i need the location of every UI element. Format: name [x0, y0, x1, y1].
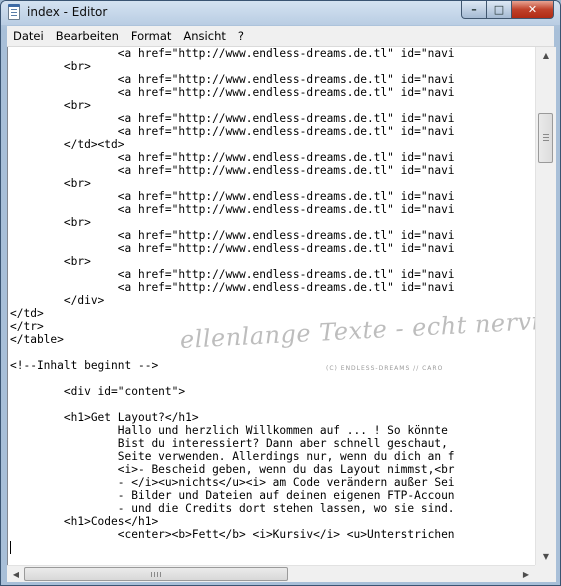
horizontal-scrollbar[interactable]: ◀ ▶: [7, 565, 535, 582]
editor-window: index - Editor – □ ✕ Datei Bearbeiten Fo…: [0, 0, 561, 586]
code-line: Seite verwenden. Allerdings nur, wenn du…: [10, 450, 455, 463]
menu-datei[interactable]: Datei: [7, 26, 50, 46]
scroll-left-arrow-icon[interactable]: ◀: [7, 566, 25, 582]
code-line: Bist du interessiert? Dann aber schnell …: [10, 437, 448, 450]
code-line: <h1>Codes</h1>: [10, 515, 159, 528]
watermark-credit: (C) ENDLESS-DREAMS // CARO: [326, 365, 444, 372]
maximize-button[interactable]: □: [487, 1, 512, 19]
code-line: <!--Inhalt beginnt -->: [10, 359, 159, 372]
code-line: <br>: [10, 255, 91, 268]
code-line: <a href="http://www.endless-dreams.de.tl…: [10, 47, 455, 60]
code-line: <i>- Bescheid geben, wenn du das Layout …: [10, 463, 455, 476]
code-line: <a href="http://www.endless-dreams.de.tl…: [10, 73, 455, 86]
vertical-scrollbar[interactable]: ▲ ▼: [535, 47, 556, 565]
code-line: <a href="http://www.endless-dreams.de.tl…: [10, 190, 455, 203]
notepad-icon[interactable]: [8, 4, 20, 20]
code-line: </div>: [10, 294, 105, 307]
text-editor-area[interactable]: ellenlange Texte - echt nervig! (C) ENDL…: [7, 47, 535, 565]
scroll-right-arrow-icon[interactable]: ▶: [517, 566, 535, 582]
minimize-button[interactable]: –: [461, 1, 487, 19]
scroll-down-arrow-icon[interactable]: ▼: [537, 548, 555, 565]
scroll-up-arrow-icon[interactable]: ▲: [537, 47, 555, 64]
code-line: <a href="http://www.endless-dreams.de.tl…: [10, 229, 455, 242]
window-controls: – □ ✕: [461, 1, 554, 20]
code-line: <br>: [10, 177, 91, 190]
code-line: <a href="http://www.endless-dreams.de.tl…: [10, 268, 455, 281]
code-line: <a href="http://www.endless-dreams.de.tl…: [10, 112, 455, 125]
close-button[interactable]: ✕: [512, 1, 554, 19]
code-line: </td>: [10, 307, 44, 320]
title-bar[interactable]: index - Editor – □ ✕: [1, 1, 560, 25]
code-line: Hallo und herzlich Willkommen auf ... ! …: [10, 424, 448, 437]
code-line: <a href="http://www.endless-dreams.de.tl…: [10, 203, 455, 216]
code-line: </tr>: [10, 320, 44, 333]
code-line: <a href="http://www.endless-dreams.de.tl…: [10, 242, 455, 255]
code-line: <a href="http://www.endless-dreams.de.tl…: [10, 281, 455, 294]
menu-bar: Datei Bearbeiten Format Ansicht ?: [7, 26, 554, 47]
watermark-title: ellenlange Texte - echt nervig!: [179, 305, 535, 354]
code-line: <a href="http://www.endless-dreams.de.tl…: [10, 125, 455, 138]
horizontal-scroll-thumb[interactable]: [24, 567, 288, 581]
menu-help[interactable]: ?: [232, 26, 250, 46]
code-line: <a href="http://www.endless-dreams.de.tl…: [10, 86, 455, 99]
code-line: <center><b>Fett</b> <i>Kursiv</i> <u>Unt…: [10, 528, 455, 541]
code-line: <a href="http://www.endless-dreams.de.tl…: [10, 151, 455, 164]
text-caret: [10, 541, 11, 554]
code-line: <h1>Get Layout?</h1>: [10, 411, 199, 424]
code-line: - und die Credits dort stehen lassen, wo…: [10, 502, 455, 515]
menu-bearbeiten[interactable]: Bearbeiten: [50, 26, 125, 46]
code-line: <br>: [10, 99, 91, 112]
vertical-scroll-thumb[interactable]: [538, 113, 553, 163]
code-line: <a href="http://www.endless-dreams.de.tl…: [10, 164, 455, 177]
code-line: <br>: [10, 60, 91, 73]
code-line: - </i><u>nichts</u><i> am Code verändern…: [10, 476, 455, 489]
code-line: <div id="content">: [10, 385, 186, 398]
resize-grip[interactable]: [535, 565, 556, 582]
code-line: </table>: [10, 333, 64, 346]
window-title: index - Editor: [27, 5, 108, 19]
code-line: <br>: [10, 216, 91, 229]
menu-ansicht[interactable]: Ansicht: [177, 26, 231, 46]
menu-format[interactable]: Format: [125, 26, 178, 46]
code-line: </td><td>: [10, 138, 125, 151]
code-line: - Bilder und Dateien auf deinen eigenen …: [10, 489, 455, 502]
